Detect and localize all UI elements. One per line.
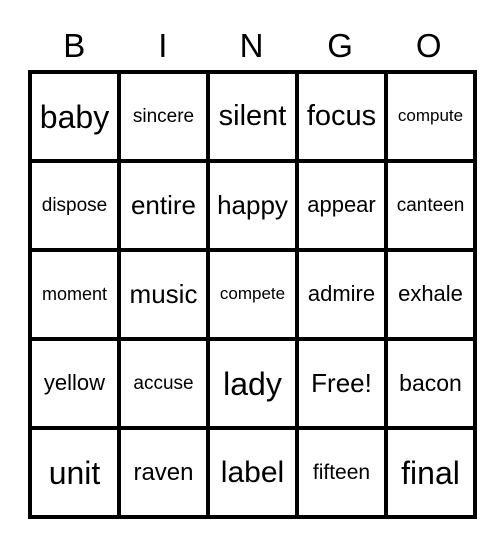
cell-word: exhale [398, 281, 463, 306]
cell-word: dispose [41, 194, 108, 216]
bingo-cell[interactable]: final [384, 426, 477, 519]
grid-row: dispose entire happy appear canteen [28, 159, 477, 252]
cell-word: appear [307, 192, 376, 217]
cell-word: music [129, 279, 198, 309]
bingo-cell[interactable]: yellow [28, 337, 121, 430]
bingo-cell[interactable]: sincere [117, 70, 210, 163]
cell-word: yellow [43, 370, 106, 395]
header-letter-b: B [63, 27, 86, 64]
header-letter-i: I [158, 27, 168, 64]
cell-word: accuse [133, 372, 194, 394]
cell-word: compute [397, 106, 464, 125]
bingo-cell[interactable]: label [206, 426, 299, 519]
free-space-label: Free! [311, 368, 372, 398]
bingo-cell[interactable]: canteen [384, 159, 477, 252]
bingo-grid: baby sincere silent focus compute dispos… [28, 70, 477, 519]
cell-word: canteen [396, 194, 465, 216]
bingo-cell[interactable]: accuse [117, 337, 210, 430]
bingo-header: B I N G O [30, 26, 473, 66]
bingo-cell[interactable]: appear [295, 159, 388, 252]
bingo-cell[interactable]: focus [295, 70, 388, 163]
bingo-cell[interactable]: admire [295, 248, 388, 341]
cell-word: admire [307, 281, 376, 306]
cell-word: sincere [132, 105, 195, 127]
cell-word: bacon [399, 369, 462, 396]
cell-word: silent [218, 100, 287, 132]
bingo-cell[interactable]: dispose [28, 159, 121, 252]
bingo-cell[interactable]: music [117, 248, 210, 341]
bingo-cell[interactable]: compete [206, 248, 299, 341]
cell-word: baby [39, 98, 110, 135]
cell-word: label [220, 455, 285, 489]
header-letter-o: O [415, 27, 442, 64]
grid-row: yellow accuse lady Free! bacon [28, 337, 477, 430]
cell-word: fifteen [312, 460, 371, 484]
header-letter-g: G [327, 27, 353, 64]
bingo-cell[interactable]: baby [28, 70, 121, 163]
cell-word: lady [223, 365, 282, 402]
bingo-cell[interactable]: entire [117, 159, 210, 252]
bingo-cell[interactable]: fifteen [295, 426, 388, 519]
bingo-cell[interactable]: silent [206, 70, 299, 163]
header-letter-n: N [239, 27, 264, 64]
cell-word: raven [133, 458, 194, 486]
grid-row: unit raven label fifteen final [28, 426, 477, 519]
cell-word: moment [41, 283, 108, 304]
bingo-cell[interactable]: exhale [384, 248, 477, 341]
cell-word: compete [219, 284, 286, 303]
bingo-cell[interactable]: compute [384, 70, 477, 163]
cell-word: final [401, 454, 460, 491]
cell-word: unit [48, 454, 101, 491]
grid-row: moment music compete admire exhale [28, 248, 477, 341]
bingo-cell[interactable]: moment [28, 248, 121, 341]
bingo-cell[interactable]: bacon [384, 337, 477, 430]
grid-row: baby sincere silent focus compute [28, 70, 477, 163]
cell-word: entire [130, 190, 197, 220]
free-space-cell[interactable]: Free! [295, 337, 388, 430]
bingo-cell[interactable]: happy [206, 159, 299, 252]
bingo-cell[interactable]: raven [117, 426, 210, 519]
bingo-cell[interactable]: unit [28, 426, 121, 519]
bingo-cell[interactable]: lady [206, 337, 299, 430]
cell-word: happy [217, 190, 288, 220]
cell-word: focus [306, 100, 377, 132]
